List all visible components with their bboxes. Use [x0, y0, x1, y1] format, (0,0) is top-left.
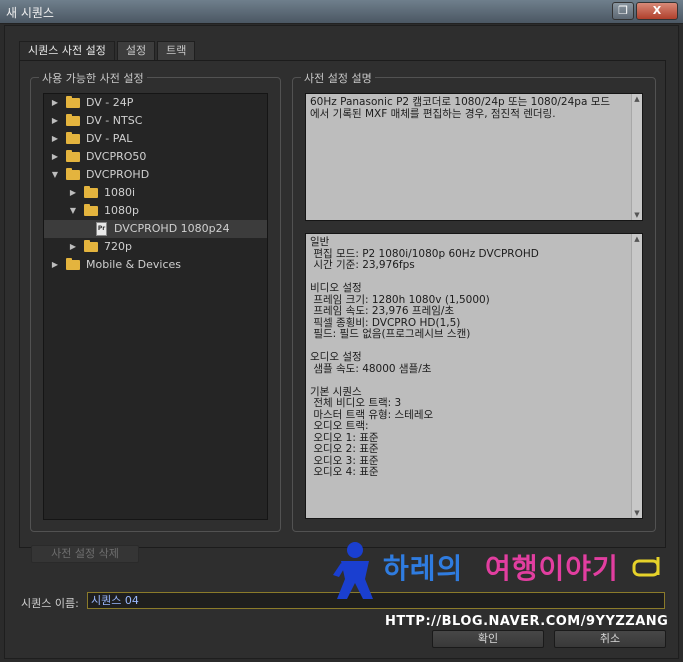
preset-description-title: 사전 설정 설명 — [301, 70, 375, 86]
preset-tree[interactable]: ▶ DV - 24P ▶ DV - NTSC ▶ DV - PAL ▶ DVCPRO50 ▼ DV… — [43, 93, 268, 520]
tab-bar: 시퀀스 사전 설정 설정 트랙 — [19, 41, 197, 60]
preset-file-icon: Pr — [96, 222, 107, 236]
tree-item-folder[interactable]: ▶ Mobile & Devices — [44, 256, 267, 274]
close-button[interactable]: X — [636, 2, 678, 20]
details-textbox[interactable]: 일반 편집 모드: P2 1080i/1080p 60Hz DVCPROHD 시… — [305, 233, 643, 519]
restore-button[interactable]: ❐ — [612, 2, 634, 20]
folder-icon — [66, 168, 80, 180]
tree-item-folder[interactable]: ▶ DV - PAL — [44, 130, 267, 148]
scroll-down-icon[interactable]: ▼ — [632, 508, 642, 518]
restore-icon: ❐ — [618, 4, 628, 17]
sequence-name-label: 시퀀스 이름: — [21, 597, 79, 610]
ok-button[interactable]: 확인 — [432, 630, 544, 648]
sequence-name-input[interactable]: 시퀀스 04 — [87, 592, 665, 609]
tree-item-preset[interactable]: Pr DVCPROHD 1080p24 — [44, 220, 267, 238]
tree-item-label: DVCPROHD — [86, 168, 150, 181]
tab-sequence-presets[interactable]: 시퀀스 사전 설정 — [19, 41, 115, 60]
tree-item-label: 1080p — [104, 204, 139, 217]
window-title: 새 시퀀스 — [6, 6, 54, 20]
folder-icon — [66, 96, 80, 108]
available-presets-title: 사용 가능한 사전 설정 — [39, 70, 147, 86]
folder-icon — [66, 258, 80, 270]
tree-item-label: DV - 24P — [86, 96, 134, 109]
tab-tracks[interactable]: 트랙 — [157, 41, 196, 60]
delete-preset-button[interactable]: 사전 설정 삭제 — [31, 545, 139, 563]
tree-item-label: DVCPRO50 — [86, 150, 147, 163]
available-presets-group: 사용 가능한 사전 설정 ▶ DV - 24P ▶ DV - NTSC ▶ DV - PA… — [30, 70, 281, 532]
preset-description-group: 사전 설정 설명 60Hz Panasonic P2 캠코더로 1080/24p… — [292, 70, 656, 532]
expanded-arrow-icon[interactable]: ▼ — [50, 166, 60, 184]
tree-item-label: DVCPROHD 1080p24 — [114, 222, 230, 235]
collapsed-arrow-icon[interactable]: ▶ — [50, 148, 60, 166]
folder-icon — [84, 240, 98, 252]
cancel-button[interactable]: 취소 — [554, 630, 666, 648]
collapsed-arrow-icon[interactable]: ▶ — [50, 112, 60, 130]
tree-item-label: DV - PAL — [86, 132, 133, 145]
tree-item-folder[interactable]: ▶ DVCPRO50 — [44, 148, 267, 166]
new-sequence-dialog: 시퀀스 사전 설정 설정 트랙 사용 가능한 사전 설정 ▶ DV - 24P ▶ D… — [4, 25, 679, 659]
scroll-up-icon[interactable]: ▲ — [632, 94, 642, 104]
details-text: 일반 편집 모드: P2 1080i/1080p 60Hz DVCPROHD 시… — [310, 236, 539, 478]
tree-item-folder[interactable]: ▼ 1080p — [44, 202, 267, 220]
tree-item-label: 720p — [104, 240, 132, 253]
close-icon: X — [652, 4, 662, 17]
tree-item-label: 1080i — [104, 186, 136, 199]
tree-item-folder[interactable]: ▶ 1080i — [44, 184, 267, 202]
tab-content: 사용 가능한 사전 설정 ▶ DV - 24P ▶ DV - NTSC ▶ DV - PA… — [19, 60, 666, 548]
scroll-down-icon[interactable]: ▼ — [632, 210, 642, 220]
tab-settings[interactable]: 설정 — [116, 41, 156, 60]
folder-icon — [66, 132, 80, 144]
folder-icon — [66, 150, 80, 162]
tree-item-folder[interactable]: ▶ DV - 24P — [44, 94, 267, 112]
collapsed-arrow-icon[interactable]: ▶ — [50, 256, 60, 274]
collapsed-arrow-icon[interactable]: ▶ — [50, 94, 60, 112]
tree-item-label: DV - NTSC — [86, 114, 143, 127]
tree-item-folder[interactable]: ▶ 720p — [44, 238, 267, 256]
title-bar: 새 시퀀스 ❐ X — [0, 0, 683, 24]
tree-item-folder[interactable]: ▼ DVCPROHD — [44, 166, 267, 184]
details-scrollbar[interactable]: ▲ ▼ — [631, 234, 642, 518]
expanded-arrow-icon[interactable]: ▼ — [68, 202, 78, 220]
collapsed-arrow-icon[interactable]: ▶ — [68, 238, 78, 256]
collapsed-arrow-icon[interactable]: ▶ — [68, 184, 78, 202]
tree-item-label: Mobile & Devices — [86, 258, 182, 271]
collapsed-arrow-icon[interactable]: ▶ — [50, 130, 60, 148]
folder-icon — [84, 204, 98, 216]
description-scrollbar[interactable]: ▲ ▼ — [631, 94, 642, 220]
tree-item-folder[interactable]: ▶ DV - NTSC — [44, 112, 267, 130]
scroll-up-icon[interactable]: ▲ — [632, 234, 642, 244]
description-textbox[interactable]: 60Hz Panasonic P2 캠코더로 1080/24p 또는 1080/… — [305, 93, 643, 221]
folder-icon — [84, 186, 98, 198]
description-text: 60Hz Panasonic P2 캠코더로 1080/24p 또는 1080/… — [310, 96, 611, 120]
folder-icon — [66, 114, 80, 126]
